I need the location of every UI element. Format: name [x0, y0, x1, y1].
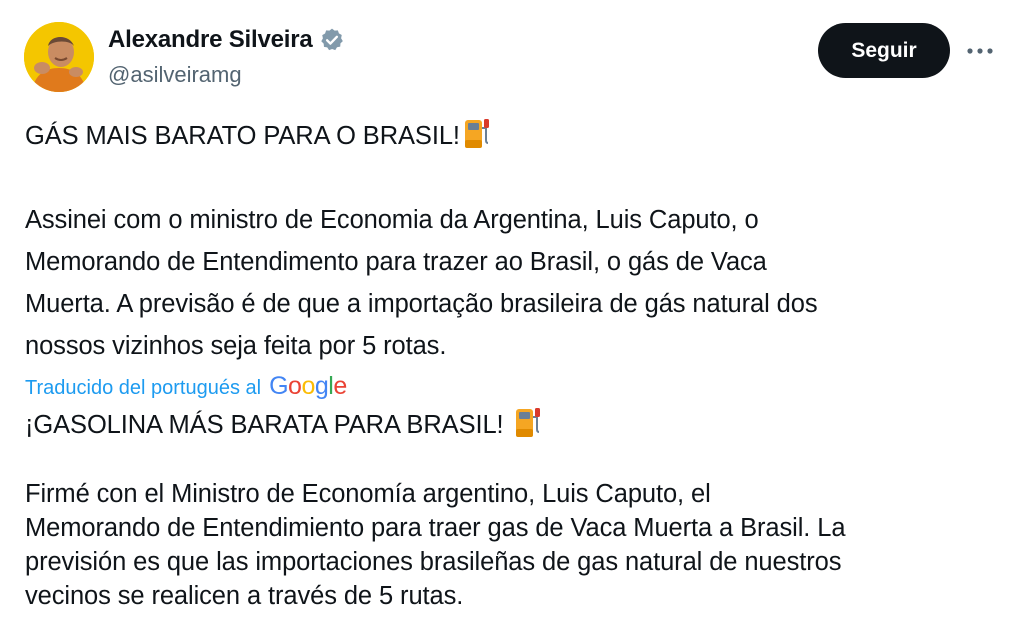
- tweet-body-line: nossos vizinhos seja feita por 5 rotas.: [25, 332, 447, 360]
- translated-body-line: Memorando de Entendimiento para traer ga…: [25, 514, 846, 542]
- tweet-headline-text: GÁS MAIS BARATO PARA O BRASIL!: [25, 122, 460, 150]
- author-handle[interactable]: @asilveiramg: [108, 62, 242, 88]
- translated-headline: ¡GASOLINA MÁS BARATA PARA BRASIL!: [25, 404, 543, 446]
- translated-body-line: vecinos se realicen a través de 5 rutas.: [25, 582, 464, 610]
- tweet-body-line: Assinei com o ministro de Economia da Ar…: [25, 206, 759, 234]
- translated-body-line: previsión es que las importaciones brasi…: [25, 548, 842, 576]
- translated-body: Firmé con el Ministro de Economía argent…: [25, 477, 846, 613]
- follow-button[interactable]: Seguir: [818, 23, 950, 78]
- translation-notice[interactable]: Traducido del portugués al Google: [25, 372, 347, 401]
- author-name[interactable]: Alexandre Silveira: [108, 26, 313, 54]
- google-logo: Google: [269, 372, 347, 400]
- tweet-card: Alexandre Silveira @asilveiramg Seguir G…: [0, 0, 1023, 632]
- avatar[interactable]: [24, 22, 94, 92]
- fuel-pump-icon: [462, 116, 492, 150]
- fuel-pump-icon: [513, 405, 543, 439]
- tweet-body-line: Muerta. A previsão é de que a importação…: [25, 290, 818, 318]
- translated-body-line: Firmé con el Ministro de Economía argent…: [25, 480, 711, 508]
- verified-badge-icon[interactable]: [319, 27, 345, 53]
- tweet-headline: GÁS MAIS BARATO PARA O BRASIL!: [25, 115, 492, 157]
- more-dots-icon[interactable]: [962, 36, 998, 66]
- translated-headline-text: ¡GASOLINA MÁS BARATA PARA BRASIL!: [25, 411, 504, 439]
- avatar-image: [24, 22, 94, 92]
- author-name-row[interactable]: Alexandre Silveira: [108, 26, 345, 54]
- translation-notice-text[interactable]: Traducido del portugués al: [25, 377, 261, 400]
- tweet-body: Assinei com o ministro de Economia da Ar…: [25, 199, 818, 367]
- tweet-body-line: Memorando de Entendimento para trazer ao…: [25, 248, 767, 276]
